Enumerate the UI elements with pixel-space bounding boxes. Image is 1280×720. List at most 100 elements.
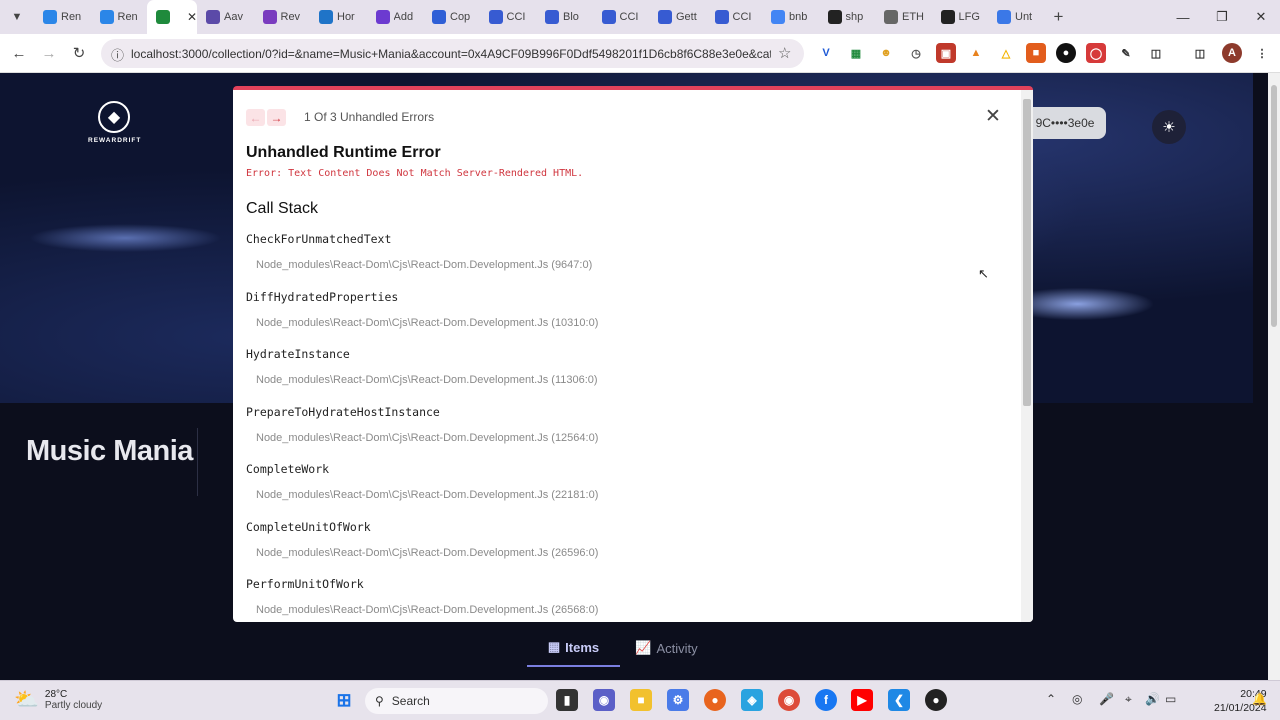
browser-tab[interactable]: Hor xyxy=(310,0,367,34)
chrome-icon[interactable]: ◉ xyxy=(778,689,800,711)
browser-tab[interactable]: CCI xyxy=(480,0,537,34)
task-view-icon[interactable]: ▮ xyxy=(556,689,578,711)
url-text[interactable]: localhost:3000/collection/0?id=&name=Mus… xyxy=(131,47,771,61)
facebook-icon[interactable]: f xyxy=(815,689,837,711)
close-icon[interactable]: ✕ xyxy=(985,105,1001,128)
extension-red-icon[interactable]: ▣ xyxy=(936,43,956,63)
tab-activity[interactable]: 📈 Activity xyxy=(620,629,713,667)
stack-frame[interactable]: PrepareToHydrateHostInstance Node_module… xyxy=(246,405,598,444)
profile-avatar[interactable]: A xyxy=(1222,43,1242,63)
new-tab-button[interactable]: + xyxy=(1045,7,1073,27)
temperature: 28°C xyxy=(44,688,68,700)
stack-frame-location[interactable]: Node_modules\React-Dom\Cjs\React-Dom.Dev… xyxy=(256,604,598,616)
docs-icon xyxy=(997,10,1011,24)
stack-frame-location[interactable]: Node_modules\React-Dom\Cjs\React-Dom.Dev… xyxy=(256,432,598,444)
browser-tab[interactable]: Cop xyxy=(423,0,480,34)
address-bar[interactable]: ⓘ localhost:3000/collection/0?id=&name=M… xyxy=(101,39,804,68)
site-logo[interactable]: ◆ REWARDRIFT xyxy=(88,101,140,144)
stack-frame-function: CompleteUnitOfWork xyxy=(246,520,371,534)
stack-frame[interactable]: CompleteWork Node_modules\React-Dom\Cjs\… xyxy=(246,462,598,501)
aave-icon xyxy=(206,10,220,24)
back-button[interactable]: ← xyxy=(4,38,34,68)
app-dark-icon[interactable]: ● xyxy=(925,689,947,711)
stack-frame-location[interactable]: Node_modules\React-Dom\Cjs\React-Dom.Dev… xyxy=(256,374,598,386)
browser-tab[interactable]: Add xyxy=(367,0,424,34)
close-window-button[interactable]: ✕ xyxy=(1242,0,1280,34)
tab-items-label: Items xyxy=(565,639,600,655)
browser-tab[interactable]: Ren xyxy=(34,0,91,34)
browser-tab[interactable]: Ren xyxy=(91,0,148,34)
metamask-icon[interactable]: ▲ xyxy=(966,43,986,63)
file-explorer-icon[interactable]: ■ xyxy=(630,689,652,711)
tab-search-dropdown[interactable]: ▼ xyxy=(0,0,34,34)
close-tab-icon[interactable]: ✕ xyxy=(187,10,197,24)
copilot-icon[interactable]: ◎ xyxy=(1072,692,1082,706)
stack-frame[interactable]: CheckForUnmatchedText Node_modules\React… xyxy=(246,232,592,271)
extension-lion-icon[interactable]: ☻ xyxy=(876,43,896,63)
app-icon[interactable]: ⚙ xyxy=(667,689,689,711)
browser-tab-strip: ▼ Ren Ren ✕ Aav Rev Hor Add Cop CCI Blo CCI Gett CCI… xyxy=(0,0,1280,34)
next-error-button[interactable]: → xyxy=(267,109,286,126)
stack-frame-location[interactable]: Node_modules\React-Dom\Cjs\React-Dom.Dev… xyxy=(256,489,598,501)
theme-toggle-sun-icon[interactable]: ☀ xyxy=(1152,110,1186,144)
page-scrollbar-thumb[interactable] xyxy=(1271,85,1277,327)
minimize-button[interactable]: — xyxy=(1164,0,1202,34)
browser-tab[interactable]: Blo xyxy=(536,0,593,34)
stack-frame-location[interactable]: Node_modules\React-Dom\Cjs\React-Dom.Dev… xyxy=(256,259,592,271)
eyedropper-icon[interactable]: ✎ xyxy=(1116,43,1136,63)
vscode-icon[interactable]: ❮ xyxy=(888,689,910,711)
bookmark-star-icon[interactable]: ☆ xyxy=(778,44,791,62)
tray-overflow-icon[interactable]: ⌃ xyxy=(1046,692,1056,706)
browser-tab[interactable]: Gett xyxy=(649,0,706,34)
extension-shield-icon[interactable]: ◯ xyxy=(1086,43,1106,63)
stack-frame[interactable]: PerformUnitOfWork Node_modules\React-Dom… xyxy=(246,577,598,616)
stack-frame[interactable]: DiffHydratedProperties Node_modules\Reac… xyxy=(246,290,598,329)
browser-tab[interactable]: Unt xyxy=(988,0,1045,34)
windows-start-icon[interactable]: ⊞ xyxy=(333,689,355,711)
browser-tab[interactable]: bnb xyxy=(762,0,819,34)
extension-green-icon[interactable]: ▦ xyxy=(846,43,866,63)
reload-button[interactable]: ↻ xyxy=(64,38,94,68)
browser-tab[interactable]: ETH xyxy=(875,0,932,34)
google-drive-icon[interactable]: △ xyxy=(996,43,1016,63)
browser-menu-icon[interactable]: ⋮ xyxy=(1252,43,1272,63)
dialog-scrollbar-thumb[interactable] xyxy=(1023,99,1031,406)
battery-icon[interactable]: ▭ xyxy=(1165,692,1176,706)
tab-items[interactable]: ▦ Items xyxy=(527,629,620,667)
browser-tab[interactable]: LFG xyxy=(932,0,989,34)
browser-tab[interactable]: Aav xyxy=(197,0,254,34)
forward-button[interactable]: → xyxy=(34,38,64,68)
browser-tab[interactable]: CCI xyxy=(706,0,763,34)
browser-tab[interactable]: shp xyxy=(819,0,876,34)
account-button[interactable]: 9C••••3e0e xyxy=(1024,107,1106,139)
extension-clock-icon[interactable]: ◷ xyxy=(906,43,926,63)
chat-icon[interactable]: ◉ xyxy=(593,689,615,711)
site-info-icon[interactable]: ⓘ xyxy=(111,45,124,64)
extension-lock-icon[interactable]: ● xyxy=(1056,43,1076,63)
stack-frame[interactable]: HydrateInstance Node_modules\React-Dom\C… xyxy=(246,347,598,386)
stack-frame-location[interactable]: Node_modules\React-Dom\Cjs\React-Dom.Dev… xyxy=(256,317,598,329)
taskbar-search[interactable]: ⚲ Search xyxy=(365,688,548,714)
stack-frame[interactable]: CompleteUnitOfWork Node_modules\React-Do… xyxy=(246,520,598,559)
page-scrollbar[interactable] xyxy=(1268,73,1280,680)
app-blue-icon[interactable]: ◈ xyxy=(741,689,763,711)
notifications-bell-icon[interactable]: 🔔 xyxy=(1252,692,1267,706)
firefox-icon[interactable]: ● xyxy=(704,689,726,711)
previous-error-button[interactable]: ← xyxy=(246,109,265,126)
browser-tab[interactable]: Rev xyxy=(254,0,311,34)
tab-title: Add xyxy=(393,11,414,23)
volume-icon[interactable]: 🔊 xyxy=(1145,692,1160,706)
side-panel-icon[interactable]: ◫ xyxy=(1190,43,1210,63)
microphone-icon[interactable]: 🎤 xyxy=(1099,692,1114,706)
wifi-icon[interactable]: ⌖ xyxy=(1125,692,1132,707)
browser-tab[interactable]: ✕ xyxy=(147,0,197,34)
browser-tab[interactable]: CCI xyxy=(593,0,650,34)
extension-v-icon[interactable]: V xyxy=(816,43,836,63)
extensions-puzzle-icon[interactable]: ◫ xyxy=(1146,43,1166,63)
extension-off-icon[interactable]: ■ xyxy=(1026,43,1046,63)
youtube-icon[interactable]: ▶ xyxy=(851,689,873,711)
weather-widget[interactable]: ⛅ 28°C Partly cloudy xyxy=(14,687,102,712)
maximize-button[interactable]: ❐ xyxy=(1203,0,1241,34)
stack-frame-location[interactable]: Node_modules\React-Dom\Cjs\React-Dom.Dev… xyxy=(256,547,598,559)
dialog-scrollbar[interactable] xyxy=(1021,90,1033,622)
